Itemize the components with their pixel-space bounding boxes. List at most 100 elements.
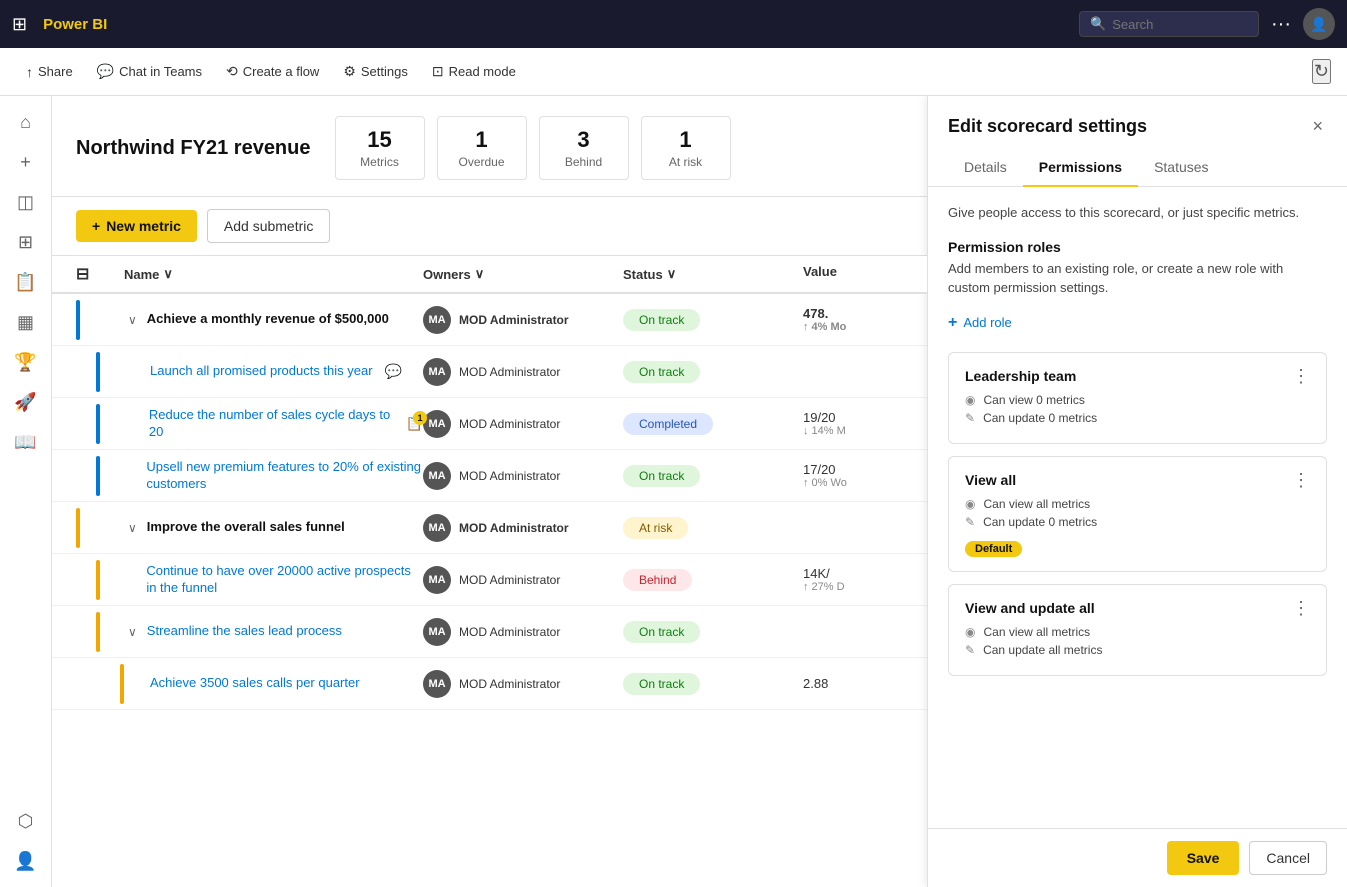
metric-name[interactable]: Streamline the sales lead process (147, 623, 342, 640)
cancel-button[interactable]: Cancel (1249, 841, 1327, 875)
grid-icon[interactable]: ⊞ (12, 14, 27, 35)
search-icon: 🔍 (1090, 16, 1106, 32)
create-flow-button[interactable]: ⟲ Create a flow (216, 57, 329, 86)
create-flow-label: Create a flow (243, 64, 320, 79)
add-role-button[interactable]: + Add role (948, 314, 1012, 332)
col-status-header[interactable]: Status ∨ (623, 264, 803, 284)
metric-name[interactable]: Upsell new premium features to 20% of ex… (146, 459, 423, 493)
sidebar-item-data[interactable]: ⊞ (8, 224, 44, 260)
row-indicator-cell (76, 456, 124, 496)
sidebar-item-browse[interactable]: ◫ (8, 184, 44, 220)
metrics-count-card: 15 Metrics (335, 116, 425, 180)
owner-cell: MA MOD Administrator (423, 410, 623, 438)
role-name: View and update all (965, 600, 1095, 616)
settings-button[interactable]: ⚙ Settings (333, 57, 418, 86)
status-badge: On track (623, 361, 700, 383)
expand-button[interactable]: ∨ (124, 519, 141, 537)
read-mode-button[interactable]: ⊡ Read mode (422, 57, 526, 86)
user-avatar[interactable]: 👤 (1303, 8, 1335, 40)
table-row[interactable]: Launch all promised products this year 💬… (52, 346, 927, 398)
owner-cell: MA MOD Administrator (423, 306, 623, 334)
metric-name[interactable]: Launch all promised products this year (150, 363, 373, 380)
table-row[interactable]: ∨ Achieve a monthly revenue of $500,000 … (52, 294, 927, 346)
chat-in-teams-button[interactable]: 💬 Chat in Teams (87, 57, 212, 86)
refresh-button[interactable]: ↻ (1312, 59, 1331, 84)
panel-body: Give people access to this scorecard, or… (928, 187, 1347, 828)
value-cell: 19/20 ↓ 14% M (803, 410, 903, 437)
role-permission: ◉ Can view all metrics (965, 625, 1310, 639)
perm-text: Can update all metrics (983, 643, 1102, 657)
search-box[interactable]: 🔍 (1079, 11, 1259, 37)
sidebar-item-apps[interactable]: ⬡ (8, 803, 44, 839)
sidebar-item-book[interactable]: 📖 (8, 424, 44, 460)
sidebar-item-rocket[interactable]: 🚀 (8, 384, 44, 420)
role-permission: ✎ Can update all metrics (965, 643, 1310, 657)
row-indicator-cell (76, 300, 124, 340)
sidebar-item-reports[interactable]: 📋 (8, 264, 44, 300)
sidebar-item-profile[interactable]: 👤 (8, 843, 44, 879)
role-menu-button[interactable]: ⋮ (1292, 599, 1310, 617)
flow-icon: ⟲ (226, 63, 238, 80)
more-options-icon[interactable]: ··· (1271, 13, 1291, 36)
perm-text: Can view all metrics (983, 625, 1090, 639)
notification-badge: 1 (413, 411, 427, 425)
role-permission: ✎ Can update 0 metrics (965, 411, 1310, 425)
role-card: View all ⋮ ◉ Can view all metrics ✎ Can … (948, 456, 1327, 572)
at-risk-count-card: 1 At risk (641, 116, 731, 180)
table-row[interactable]: Achieve 3500 sales calls per quarter MA … (52, 658, 927, 710)
panel-close-button[interactable]: × (1308, 112, 1327, 141)
role-card: Leadership team ⋮ ◉ Can view 0 metrics ✎… (948, 352, 1327, 444)
role-card-header: View all ⋮ (965, 471, 1310, 489)
add-submetric-button[interactable]: Add submetric (207, 209, 330, 243)
row-name-cell: ∨ Improve the overall sales funnel (124, 519, 423, 537)
panel-description: Give people access to this scorecard, or… (948, 203, 1327, 223)
tab-details[interactable]: Details (948, 149, 1023, 187)
expand-button[interactable]: ∨ (124, 623, 141, 641)
owner-name: MOD Administrator (459, 677, 560, 691)
metric-name[interactable]: Continue to have over 20000 active prosp… (146, 563, 423, 597)
col-name-header[interactable]: Name ∨ (124, 264, 423, 284)
table-row[interactable]: ∨ Streamline the sales lead process MA M… (52, 606, 927, 658)
metric-name[interactable]: Improve the overall sales funnel (147, 519, 345, 536)
owner-avatar: MA (423, 306, 451, 334)
metric-name[interactable]: Reduce the number of sales cycle days to… (149, 407, 394, 441)
sidebar-item-scorecard[interactable]: 🏆 (8, 344, 44, 380)
permission-roles-desc: Add members to an existing role, or crea… (948, 259, 1327, 298)
metric-name[interactable]: Achieve 3500 sales calls per quarter (150, 675, 360, 692)
sidebar-item-dashboard[interactable]: ▦ (8, 304, 44, 340)
filter-icon-cell: ⊟ (76, 264, 124, 284)
owner-cell: MA MOD Administrator (423, 358, 623, 386)
value-sub: ↓ 14% M (803, 425, 903, 437)
table-row[interactable]: Reduce the number of sales cycle days to… (52, 398, 927, 450)
role-menu-button[interactable]: ⋮ (1292, 471, 1310, 489)
new-metric-button[interactable]: + New metric (76, 210, 197, 242)
row-name-cell: Reduce the number of sales cycle days to… (124, 407, 423, 441)
table-row[interactable]: Continue to have over 20000 active prosp… (52, 554, 927, 606)
metric-name[interactable]: Achieve a monthly revenue of $500,000 (147, 311, 389, 328)
sidebar-item-add[interactable]: + (8, 144, 44, 180)
table-row[interactable]: ∨ Improve the overall sales funnel MA MO… (52, 502, 927, 554)
col-owners-header[interactable]: Owners ∨ (423, 264, 623, 284)
eye-perm-icon: ◉ (965, 497, 975, 511)
row-name-cell: Continue to have over 20000 active prosp… (124, 563, 423, 597)
share-button[interactable]: ↑ Share (16, 58, 83, 86)
row-indicator-cell (76, 508, 124, 548)
status-cell: Completed (623, 413, 803, 435)
tab-permissions[interactable]: Permissions (1023, 149, 1138, 187)
save-button[interactable]: Save (1167, 841, 1240, 875)
add-role-label: Add role (963, 315, 1011, 330)
scorecard-header: Northwind FY21 revenue 15 Metrics 1 Over… (52, 96, 927, 197)
role-menu-button[interactable]: ⋮ (1292, 367, 1310, 385)
value-sub: ↑ 4% Mo (803, 321, 903, 333)
sidebar-item-home[interactable]: ⌂ (8, 104, 44, 140)
status-cell: Behind (623, 569, 803, 591)
expand-button[interactable]: ∨ (124, 311, 141, 329)
row-color-indicator (96, 352, 100, 392)
tab-statuses[interactable]: Statuses (1138, 149, 1224, 187)
owner-cell: MA MOD Administrator (423, 462, 623, 490)
overdue-count: 1 (458, 127, 506, 153)
owner-avatar: MA (423, 618, 451, 646)
share-icon: ↑ (26, 64, 33, 80)
search-input[interactable] (1112, 17, 1232, 32)
table-row[interactable]: Upsell new premium features to 20% of ex… (52, 450, 927, 502)
